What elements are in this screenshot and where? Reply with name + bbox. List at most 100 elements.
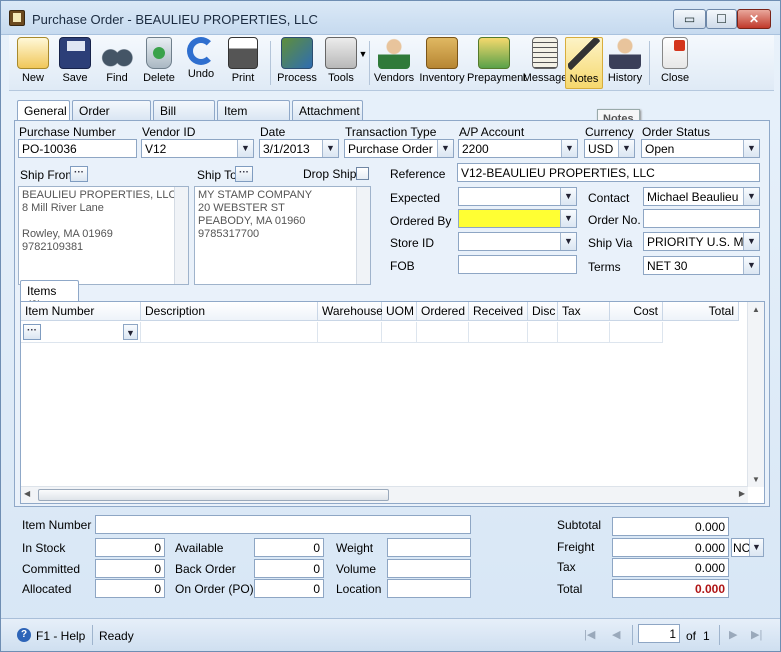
scroll-right-icon[interactable]: ▶: [739, 489, 745, 498]
scroll-left-icon[interactable]: ◀: [24, 489, 30, 498]
last-page-icon[interactable]: ▶|: [751, 628, 762, 641]
page-number-input[interactable]: 1: [638, 624, 680, 643]
ship-from-scrollbar[interactable]: [174, 187, 188, 284]
chevron-down-icon[interactable]: ▼: [560, 188, 576, 205]
ordered-by-select[interactable]: ▼: [458, 209, 577, 228]
tab-bill-history[interactable]: Bill History: [153, 100, 215, 132]
on-order-field[interactable]: 0: [254, 579, 324, 598]
chevron-down-icon[interactable]: ▼: [237, 140, 253, 157]
weight-field[interactable]: [387, 538, 471, 557]
terms-select[interactable]: NET 30 ▼: [643, 256, 760, 275]
scroll-up-icon[interactable]: ▲: [748, 305, 764, 314]
new-button[interactable]: New: [13, 37, 53, 89]
save-button[interactable]: Save: [55, 37, 95, 89]
message-button[interactable]: Message: [521, 37, 569, 89]
chevron-down-icon[interactable]: ▼: [437, 140, 453, 157]
history-button[interactable]: History: [605, 37, 645, 89]
column-header[interactable]: Disc: [528, 302, 558, 321]
tools-button[interactable]: Tools: [321, 37, 361, 89]
close-button[interactable]: Close: [655, 37, 695, 89]
process-button[interactable]: Process: [273, 37, 321, 89]
chevron-down-icon[interactable]: ▼: [561, 140, 577, 157]
back-order-field[interactable]: 0: [254, 559, 324, 578]
item-number-cell[interactable]: ··· ▼: [21, 322, 141, 343]
reference-field[interactable]: V12-BEAULIEU PROPERTIES, LLC: [457, 163, 760, 182]
delete-button[interactable]: Delete: [139, 37, 179, 89]
scroll-down-icon[interactable]: ▼: [748, 475, 764, 484]
purchase-number-field[interactable]: PO-10036: [18, 139, 137, 158]
store-id-select[interactable]: ▼: [458, 232, 577, 251]
undo-button[interactable]: Undo: [181, 37, 221, 89]
ship-from-lookup-button[interactable]: ···: [70, 166, 88, 182]
print-button[interactable]: Print: [223, 37, 263, 89]
tab-order-history[interactable]: Order History: [72, 100, 151, 132]
grid-cell[interactable]: [528, 322, 558, 343]
chevron-down-icon[interactable]: ▼: [743, 188, 759, 205]
chevron-down-icon[interactable]: ▼: [743, 233, 759, 250]
chevron-down-icon[interactable]: ▼: [560, 233, 576, 250]
order-status-select[interactable]: Open ▼: [641, 139, 760, 158]
grid-cell[interactable]: [558, 322, 610, 343]
ship-to-scrollbar[interactable]: [356, 187, 370, 284]
ship-via-select[interactable]: PRIORITY U.S. MAII ▼: [643, 232, 760, 251]
grid-cell[interactable]: [610, 322, 663, 343]
column-header[interactable]: Warehouse: [318, 302, 383, 321]
transaction-type-select[interactable]: Purchase Order ▼: [344, 139, 454, 158]
column-header[interactable]: Item Number: [21, 302, 141, 321]
grid-cell[interactable]: [318, 322, 382, 343]
vendors-button[interactable]: Vendors: [371, 37, 417, 89]
column-header[interactable]: Total: [663, 302, 739, 321]
inventory-button[interactable]: Inventory: [417, 37, 467, 89]
location-field[interactable]: [387, 579, 471, 598]
freight-code-select[interactable]: NC ▼: [731, 538, 764, 557]
drop-ship-checkbox[interactable]: [356, 167, 369, 180]
chevron-down-icon[interactable]: ▼: [743, 140, 759, 157]
close-window-button[interactable]: ✕: [737, 9, 771, 29]
grid-cell[interactable]: [469, 322, 528, 343]
column-header[interactable]: Cost: [610, 302, 663, 321]
help-icon[interactable]: ?: [17, 628, 31, 642]
previous-page-icon[interactable]: ◀: [612, 628, 620, 641]
available-field[interactable]: 0: [254, 538, 324, 557]
chevron-down-icon[interactable]: ▼: [322, 140, 338, 157]
column-header[interactable]: Tax: [558, 302, 610, 321]
currency-select[interactable]: USD ▼: [584, 139, 635, 158]
column-header[interactable]: Ordered: [417, 302, 469, 321]
chevron-down-icon[interactable]: ▼: [749, 539, 763, 556]
committed-field[interactable]: 0: [95, 559, 165, 578]
chevron-down-icon[interactable]: ▼: [560, 210, 576, 227]
allocated-field[interactable]: 0: [95, 579, 165, 598]
tab-items[interactable]: Items (0): [20, 280, 79, 312]
item-number-summary-field[interactable]: [95, 515, 471, 534]
first-page-icon[interactable]: |◀: [584, 628, 595, 641]
grid-horizontal-scrollbar[interactable]: ◀ ▶: [21, 486, 748, 503]
order-no-field[interactable]: [643, 209, 760, 228]
grid-vertical-scrollbar[interactable]: ▲ ▼: [747, 302, 764, 487]
grid-cell[interactable]: [382, 322, 417, 343]
item-lookup-button[interactable]: ···: [23, 324, 41, 340]
tab-item-history[interactable]: Item History: [217, 100, 290, 132]
contact-select[interactable]: Michael Beaulieu ▼: [643, 187, 760, 206]
in-stock-field[interactable]: 0: [95, 538, 165, 557]
tab-attachment[interactable]: Attachment: [292, 100, 363, 120]
next-page-icon[interactable]: ▶: [729, 628, 737, 641]
ap-account-select[interactable]: 2200 ▼: [458, 139, 578, 158]
fob-field[interactable]: [458, 255, 577, 274]
volume-field[interactable]: [387, 559, 471, 578]
expected-date-picker[interactable]: ▼: [458, 187, 577, 206]
notes-button[interactable]: Notes: [565, 37, 603, 89]
chevron-down-icon[interactable]: ▼: [743, 257, 759, 274]
freight-field[interactable]: 0.000: [612, 538, 729, 557]
chevron-down-icon[interactable]: ▼: [123, 324, 138, 340]
help-label[interactable]: F1 - Help: [36, 629, 85, 643]
column-header[interactable]: Received: [469, 302, 528, 321]
tab-general[interactable]: General: [17, 100, 70, 121]
grid-scroll-thumb[interactable]: [38, 489, 389, 501]
minimize-button[interactable]: ▭: [673, 9, 706, 29]
grid-cell[interactable]: [141, 322, 318, 343]
date-picker[interactable]: 3/1/2013 ▼: [259, 139, 339, 158]
column-header[interactable]: Description: [141, 302, 318, 321]
vendor-id-select[interactable]: V12 ▼: [141, 139, 254, 158]
chevron-down-icon[interactable]: ▼: [618, 140, 634, 157]
maximize-button[interactable]: ☐: [706, 9, 737, 29]
